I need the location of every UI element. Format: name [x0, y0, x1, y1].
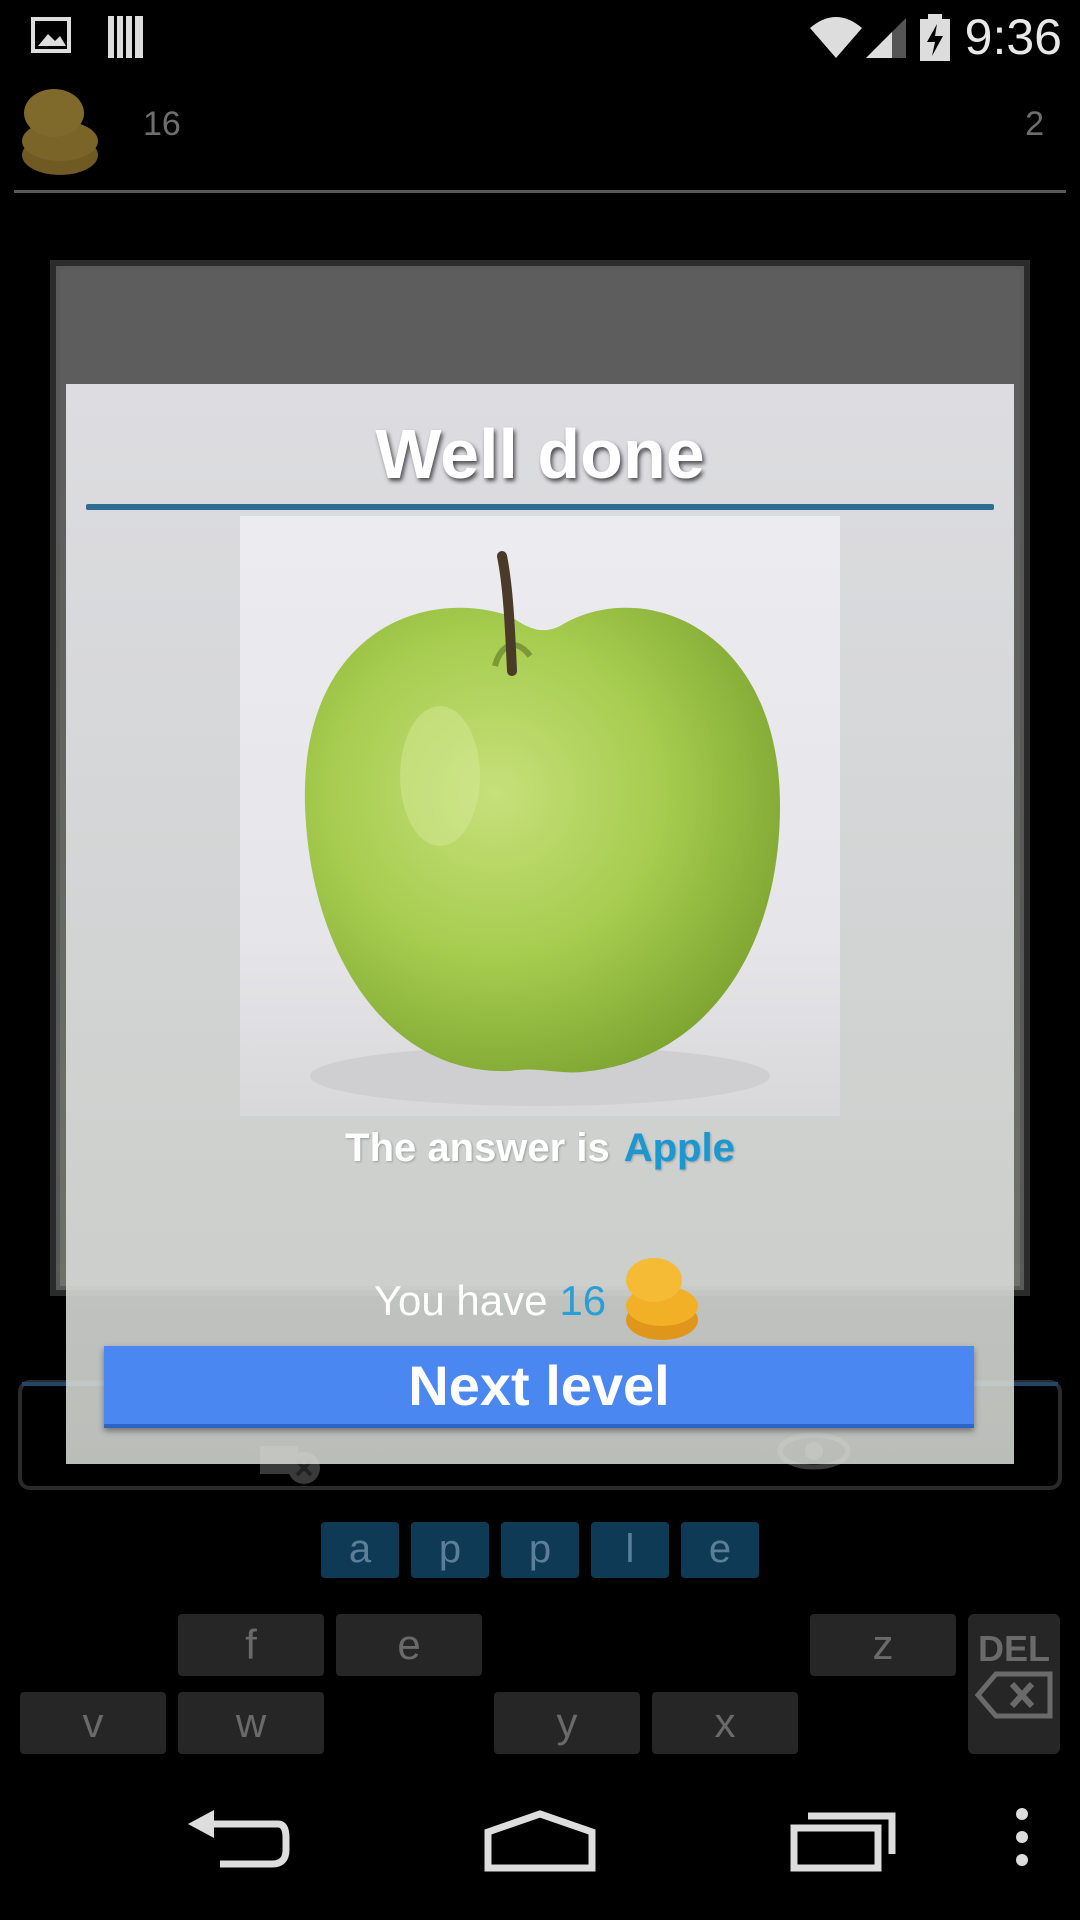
key[interactable]: f [178, 1614, 324, 1676]
coin-balance-label: You have [373, 1277, 548, 1325]
dialog-title: Well done [375, 415, 705, 493]
delete-key-label: DEL [978, 1628, 1050, 1669]
next-level-button[interactable]: Next level [104, 1346, 974, 1428]
key[interactable]: e [336, 1614, 482, 1676]
coin-balance: You have 16 [66, 1254, 1014, 1354]
coin-balance-count: 16 [559, 1277, 607, 1325]
answer-letter[interactable]: p [411, 1522, 489, 1578]
backspace-icon [974, 1671, 1054, 1724]
home-icon[interactable] [484, 1810, 596, 1877]
key[interactable]: w [178, 1692, 324, 1754]
answer-letter[interactable]: l [591, 1522, 669, 1578]
gold-coins-icon [618, 1254, 706, 1354]
picture-icon [30, 14, 74, 63]
navigation-bar [0, 1770, 1080, 1920]
answer-image [240, 516, 840, 1116]
overflow-menu-icon[interactable] [1012, 1806, 1032, 1873]
coins-icon [20, 83, 112, 186]
level-complete-dialog: Well done The answer is Apple You have 16 [66, 384, 1014, 1464]
answer-line: The answer is Apple [66, 1126, 1014, 1171]
header-divider [14, 190, 1066, 193]
key[interactable]: v [20, 1692, 166, 1754]
answer-prefix: The answer is [345, 1126, 610, 1170]
signal-icon [862, 14, 910, 65]
status-bar: 9:36 [0, 0, 1080, 75]
game-header: 16 2 [0, 75, 1080, 193]
coin-count: 16 [143, 105, 181, 143]
recents-icon[interactable] [790, 1810, 898, 1877]
answer-letter[interactable]: e [681, 1522, 759, 1578]
key[interactable]: y [494, 1692, 640, 1754]
apple-illustration [304, 551, 780, 1106]
wifi-icon [808, 14, 864, 65]
clock: 9:36 [964, 9, 1062, 65]
key[interactable]: x [652, 1692, 798, 1754]
answer-word: Apple [623, 1126, 735, 1170]
title-divider [86, 504, 994, 510]
level-number: 2 [1025, 105, 1044, 143]
battery-charging-icon [918, 14, 952, 67]
barcode-icon [106, 14, 146, 65]
answer-letter[interactable]: a [321, 1522, 399, 1578]
delete-key[interactable]: DEL [968, 1614, 1060, 1754]
key[interactable]: z [810, 1614, 956, 1676]
answer-letter[interactable]: p [501, 1522, 579, 1578]
back-icon[interactable] [186, 1810, 290, 1875]
